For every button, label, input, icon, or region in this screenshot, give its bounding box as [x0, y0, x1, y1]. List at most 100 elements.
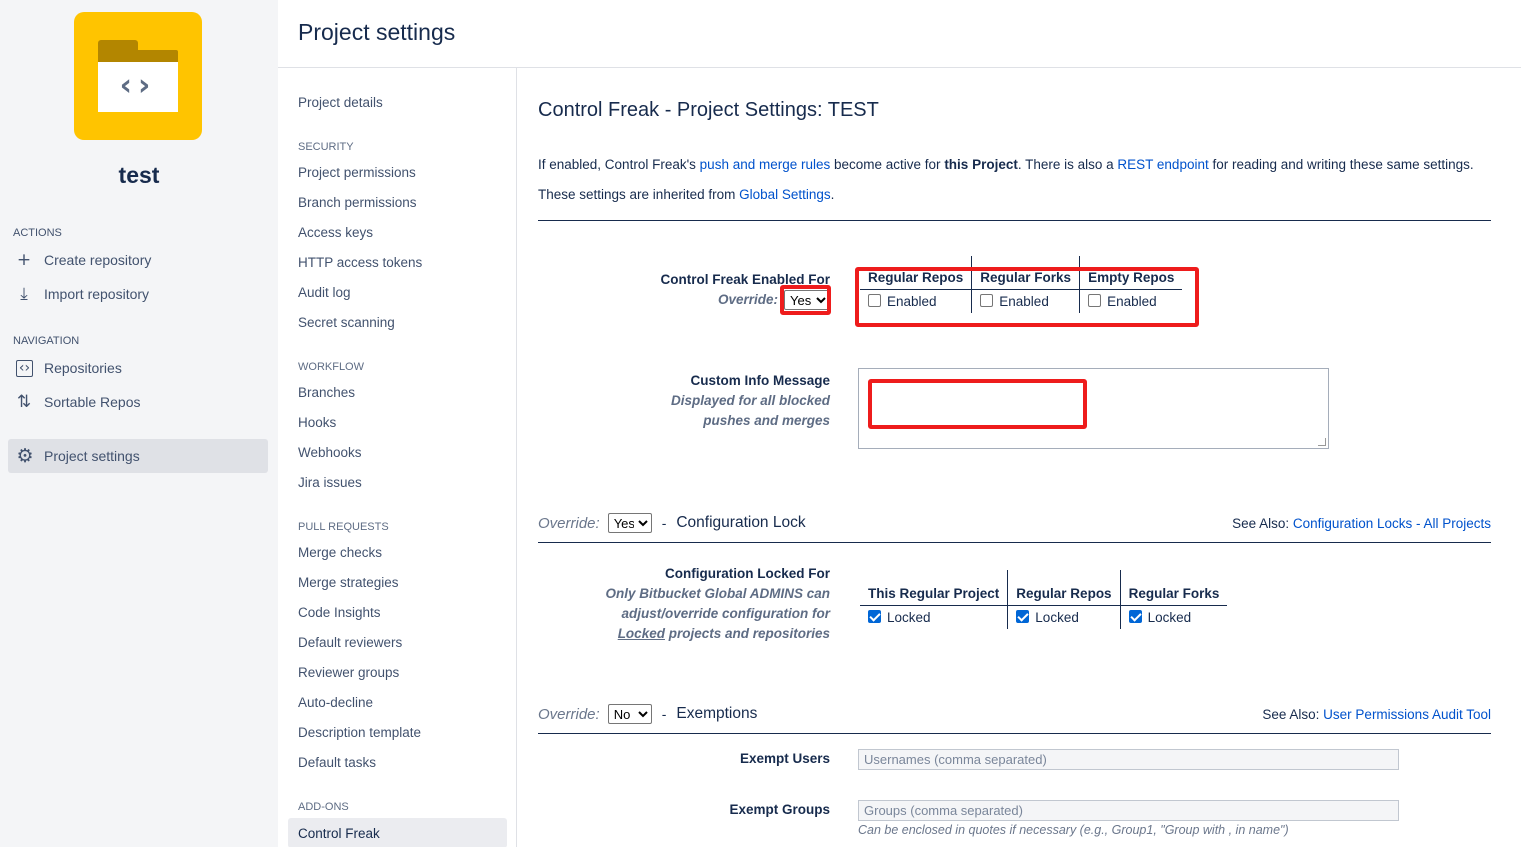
nav-secret-scanning[interactable]: Secret scanning	[298, 315, 395, 330]
locked-this-project-cell[interactable]: Locked	[860, 606, 1008, 630]
repository-icon: ‹›	[16, 359, 33, 377]
section-divider	[538, 733, 1491, 734]
enabled-regular-repos-checkbox[interactable]	[868, 294, 881, 307]
exempt-users-label: Exempt Users	[739, 751, 830, 766]
exempt-users-input[interactable]: Usernames (comma separated)	[858, 749, 1399, 770]
nav-branches[interactable]: Branches	[298, 385, 355, 400]
nav-jira-issues[interactable]: Jira issues	[298, 475, 362, 490]
exemptions-override-select[interactable]: No Yes	[607, 704, 652, 724]
create-repository-link[interactable]: + Create repository	[13, 247, 152, 273]
enabled-empty-repos-checkbox[interactable]	[1088, 294, 1102, 307]
col-regular-forks: Regular Forks	[971, 256, 1080, 290]
see-also-label: See Also:	[1262, 707, 1324, 722]
checkbox-label: Locked	[887, 610, 931, 625]
nav-default-tasks[interactable]: Default tasks	[298, 755, 376, 770]
repositories-label: Repositories	[44, 360, 122, 376]
project-settings-link[interactable]: ⚙ Project settings	[8, 439, 268, 473]
resize-handle-icon[interactable]	[1318, 438, 1326, 446]
section-divider	[538, 220, 1491, 221]
nav-audit-log[interactable]: Audit log	[298, 285, 351, 300]
config-locked-table: This Regular Project Regular Repos Regul…	[860, 570, 1228, 630]
custom-info-label: Custom Info Message	[690, 373, 830, 388]
intro-text: for reading and writing these same setti…	[1208, 157, 1474, 172]
checkbox-label: Enabled	[1107, 294, 1157, 309]
global-settings-link[interactable]: Global Settings	[739, 187, 831, 202]
locked-regular-forks-cell[interactable]: Locked	[1119, 605, 1228, 629]
repositories-link[interactable]: ‹› Repositories	[13, 355, 122, 381]
nav-default-reviewers[interactable]: Default reviewers	[298, 635, 402, 650]
nav-access-keys[interactable]: Access keys	[298, 225, 373, 240]
checkbox-label: Locked	[1147, 610, 1192, 625]
main-title: Control Freak - Project Settings: TEST	[538, 99, 879, 121]
nav-http-access-tokens[interactable]: HTTP access tokens	[298, 255, 422, 270]
enabled-regular-forks-checkbox[interactable]	[980, 294, 994, 307]
exemptions-header: Override: No Yes - Exemptions	[538, 704, 757, 724]
config-lock-override-select[interactable]: Yes No	[607, 513, 652, 533]
gear-icon: ⚙	[16, 445, 34, 467]
sort-icon: ⇅	[16, 392, 32, 412]
import-repository-link[interactable]: ⤓ Import repository	[13, 281, 149, 307]
checkbox-label: Enabled	[999, 294, 1049, 309]
config-locked-sub2: adjust/override configuration for	[621, 606, 830, 621]
custom-info-sub2: pushes and merges	[703, 413, 830, 428]
project-settings-label: Project settings	[44, 448, 140, 464]
section-divider	[538, 542, 1491, 543]
intro-bold-text: this Project	[944, 157, 1018, 172]
nav-merge-strategies[interactable]: Merge strategies	[298, 575, 399, 590]
locked-regular-repos-cell[interactable]: Locked	[1007, 605, 1121, 629]
sortable-repos-label: Sortable Repos	[44, 394, 141, 410]
nav-branch-permissions[interactable]: Branch permissions	[298, 195, 417, 210]
enabled-override-label: Override:	[717, 292, 778, 307]
plus-icon: +	[16, 250, 32, 270]
enabled-regular-forks-cell[interactable]: Enabled	[971, 289, 1080, 313]
rest-endpoint-link[interactable]: REST endpoint	[1117, 157, 1208, 172]
nav-auto-decline[interactable]: Auto-decline	[298, 695, 373, 710]
col-regular-forks: Regular Forks	[1119, 570, 1228, 606]
enabled-for-table: Regular Repos Regular Forks Empty Repos …	[860, 256, 1183, 314]
enabled-override-select[interactable]: Yes No	[784, 290, 830, 310]
nav-control-freak[interactable]: Control Freak	[288, 818, 507, 847]
nav-description-template[interactable]: Description template	[298, 725, 421, 740]
config-locked-label-block: Configuration Locked For Only Bitbucket …	[605, 564, 830, 644]
config-locked-sub3-rest: projects and repositories	[664, 626, 830, 641]
page-title: Project settings	[298, 19, 456, 45]
user-permissions-audit-link[interactable]: User Permissions Audit Tool	[1323, 707, 1491, 722]
locked-regular-forks-checkbox[interactable]	[1128, 610, 1142, 623]
config-locks-all-projects-link[interactable]: Configuration Locks - All Projects	[1293, 516, 1491, 531]
exemptions-override-label: Override:	[538, 705, 600, 723]
config-locked-label: Configuration Locked For	[665, 566, 830, 581]
config-locked-sub1: Only Bitbucket Global ADMINS can	[605, 586, 830, 601]
push-merge-rules-link[interactable]: push and merge rules	[700, 157, 831, 172]
enabled-regular-repos-cell[interactable]: Enabled	[860, 290, 972, 314]
checkbox-label: Enabled	[887, 294, 937, 309]
col-regular-repos: Regular Repos	[860, 256, 972, 290]
nav-hooks[interactable]: Hooks	[298, 415, 336, 430]
enabled-for-label: Control Freak Enabled For	[660, 272, 830, 287]
nav-reviewer-groups[interactable]: Reviewer groups	[298, 665, 399, 680]
exempt-groups-label: Exempt Groups	[729, 802, 830, 817]
exemptions-dash: -	[661, 706, 667, 722]
nav-merge-checks[interactable]: Merge checks	[298, 545, 382, 560]
exempt-groups-input[interactable]: Groups (comma separated)	[858, 800, 1399, 821]
nav-code-insights[interactable]: Code Insights	[298, 605, 381, 620]
config-lock-dash: -	[661, 515, 667, 531]
nav-project-details[interactable]: Project details	[298, 95, 383, 110]
nav-project-permissions[interactable]: Project permissions	[298, 165, 416, 180]
nav-webhooks[interactable]: Webhooks	[298, 445, 362, 460]
nav-section-workflow: WORKFLOW	[298, 361, 364, 373]
project-avatar[interactable]: ‹›	[74, 12, 202, 140]
custom-info-textarea[interactable]	[858, 368, 1329, 449]
sortable-repos-link[interactable]: ⇅ Sortable Repos	[13, 389, 141, 415]
locked-this-project-checkbox[interactable]	[868, 610, 881, 623]
intro-text: become active for	[830, 157, 945, 172]
col-empty-repos: Empty Repos	[1079, 256, 1183, 290]
config-locked-sub3: Locked projects and repositories	[605, 624, 830, 644]
enabled-empty-repos-cell[interactable]: Enabled	[1079, 289, 1183, 313]
project-sidebar: ‹› test ACTIONS + Create repository ⤓ Im…	[0, 0, 278, 847]
locked-regular-repos-checkbox[interactable]	[1016, 610, 1030, 623]
intro-paragraph-1: If enabled, Control Freak's push and mer…	[538, 157, 1474, 172]
exempt-groups-hint: Can be enclosed in quotes if necessary (…	[858, 823, 1289, 837]
nav-section-security: SECURITY	[298, 141, 354, 153]
intro-text: .	[830, 187, 835, 202]
settings-nav: Project details SECURITY Project permiss…	[278, 68, 517, 847]
